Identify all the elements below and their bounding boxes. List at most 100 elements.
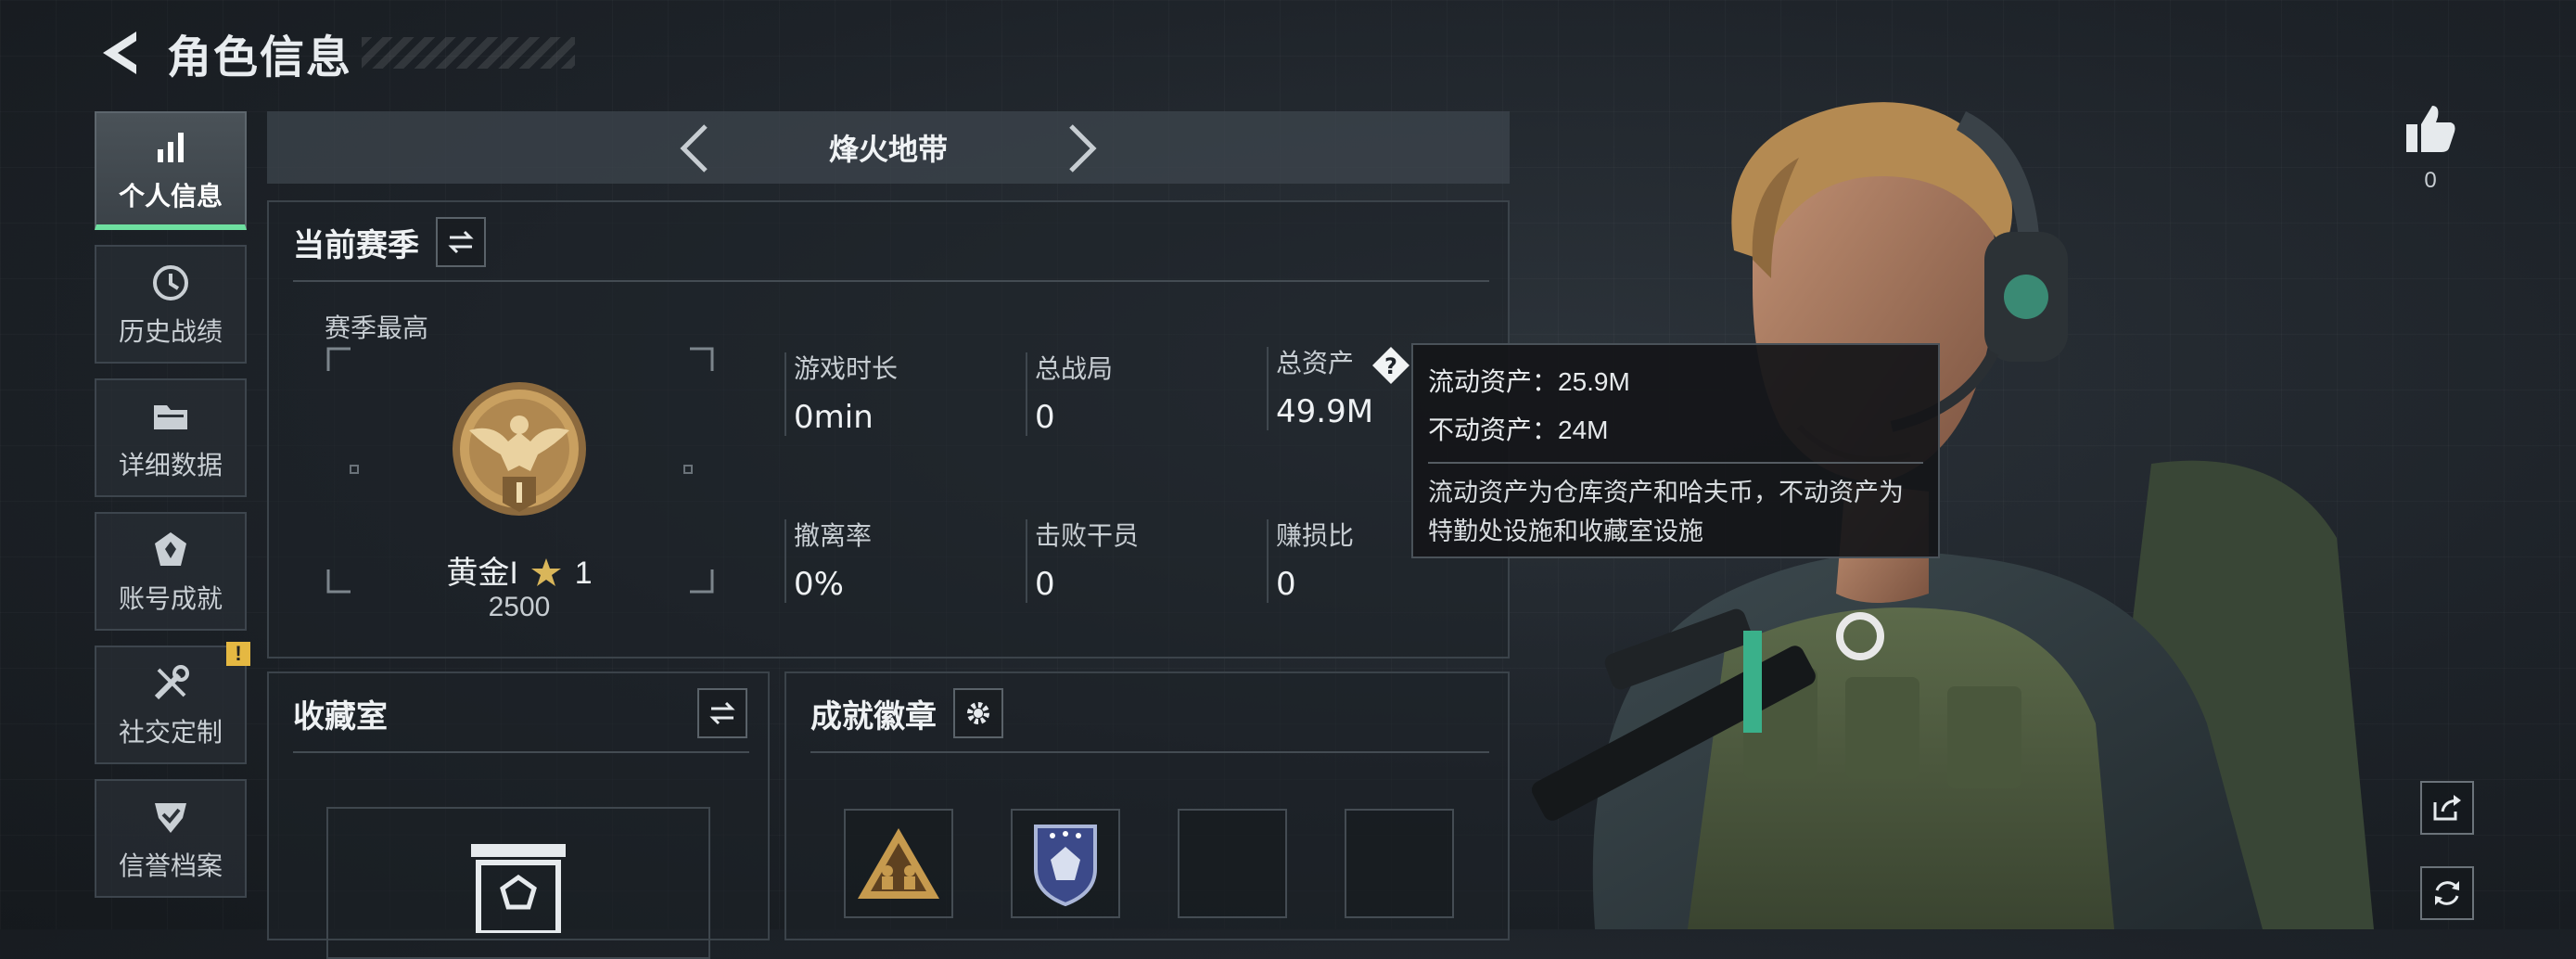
achievement-icon: [147, 527, 194, 573]
thumbs-up-icon: [2406, 106, 2455, 152]
collection-switch-button[interactable]: [697, 688, 747, 738]
stat-profit-loss-ratio: 赚损比 0: [1267, 516, 1355, 603]
stat-divider: [784, 519, 786, 603]
refresh-button[interactable]: [2420, 866, 2474, 920]
shield-check-icon: [147, 794, 194, 840]
page-title: 角色信息: [167, 33, 353, 83]
sidebar-item-personal-info[interactable]: 个人信息: [95, 111, 247, 230]
stat-label: 游戏时长: [794, 354, 899, 383]
folder-icon: [147, 393, 194, 440]
sidebar-item-label: 账号成就: [118, 584, 223, 613]
history-clock-icon: [147, 260, 194, 306]
sidebar-item-achievements[interactable]: 账号成就: [95, 512, 247, 631]
back-button[interactable]: [93, 25, 148, 81]
badge-slot[interactable]: [844, 809, 953, 918]
sidebar-item-label: 社交定制: [118, 718, 223, 747]
stat-label: 总资产: [1276, 349, 1355, 377]
assets-tooltip: 流动资产：25.9M 不动资产：24M 流动资产为仓库资产和哈夫币，不动资产为特…: [1411, 343, 1940, 558]
season-best-label: 赛季最高: [325, 313, 429, 342]
title-decoration: [362, 37, 576, 69]
sidebar-item-details[interactable]: 详细数据: [95, 378, 247, 497]
mode-prev-button[interactable]: [666, 121, 721, 176]
tooltip-liquid-assets: 流动资产：25.9M: [1428, 367, 1630, 396]
gold-rank-emblem: [453, 382, 586, 516]
mode-next-button[interactable]: [1055, 121, 1111, 176]
mode-selector: 烽火地带: [267, 111, 1510, 184]
shield-badge-icon: [1034, 825, 1097, 907]
tools-icon: [147, 660, 194, 707]
badge-slot[interactable]: [1011, 809, 1120, 918]
stat-value: 0%: [794, 566, 844, 603]
stat-value: 0: [1035, 399, 1055, 436]
rank-stars: 1: [574, 556, 593, 591]
collection-room-icon: [471, 844, 566, 933]
svg-text:?: ?: [1384, 353, 1397, 379]
swap-icon: [709, 701, 735, 725]
stat-value: 0min: [794, 399, 874, 436]
share-button[interactable]: [2420, 781, 2474, 835]
sidebar-item-social[interactable]: ! 社交定制: [95, 642, 250, 764]
share-icon: [2433, 795, 2461, 821]
page-header: 角色信息: [93, 20, 576, 85]
bar-chart-icon: [147, 124, 194, 171]
warning-badge: !: [226, 642, 250, 666]
mode-title: 烽火地带: [828, 133, 948, 166]
like-button[interactable]: [2398, 104, 2463, 159]
badges-settings-button[interactable]: [953, 688, 1003, 738]
season-panel: 当前赛季 赛季最高 黄金I 1 2500 游戏时长 0min 总战局 0 总资产…: [267, 200, 1510, 659]
stat-label: 总战局: [1035, 354, 1114, 383]
stat-divider: [1267, 347, 1269, 430]
badge-slot-empty[interactable]: [1178, 809, 1287, 918]
badge-slot-empty[interactable]: [1345, 809, 1454, 918]
panel-divider: [293, 280, 1489, 282]
rank-score: 2500: [488, 592, 551, 622]
chevron-right-icon: [1069, 124, 1097, 173]
sidebar-item-label: 个人信息: [118, 182, 223, 211]
stat-label-row: 总资产 ?: [1276, 343, 1411, 386]
stat-label: 击败干员: [1035, 521, 1140, 550]
sidebar-item-label: 历史战绩: [118, 317, 223, 346]
stat-divider: [1267, 519, 1269, 603]
gear-icon: [967, 702, 989, 724]
triangle-squad-badge-icon: [858, 828, 939, 899]
sidebar-item-label: 信誉档案: [118, 851, 223, 880]
chevron-left-icon: [680, 124, 708, 173]
stat-total-assets: 总资产 ? 49.9M: [1267, 343, 1411, 430]
stat-divider: [1026, 352, 1027, 436]
stat-divider: [1026, 519, 1027, 603]
badges-panel: 成就徽章: [784, 671, 1510, 940]
sidebar-item-label: 详细数据: [118, 451, 223, 480]
star-icon: [531, 558, 562, 586]
collection-panel: 收藏室: [267, 671, 770, 959]
stat-divider: [784, 352, 786, 436]
stat-extraction-rate: 撤离率 0%: [784, 516, 873, 603]
stat-value: 0: [1035, 566, 1055, 603]
sidebar-item-history[interactable]: 历史战绩: [95, 245, 247, 364]
stat-value: 0: [1276, 566, 1296, 603]
season-switch-button[interactable]: [436, 217, 486, 267]
refresh-icon: [2435, 881, 2459, 905]
stat-operators-defeated: 击败干员 0: [1026, 516, 1140, 603]
sidebar-nav: 个人信息 历史战绩 详细数据 账号成就 ! 社交定制 信誉档案: [95, 111, 250, 913]
stat-play-time: 游戏时长 0min: [784, 349, 899, 436]
sidebar-item-reputation[interactable]: 信誉档案: [95, 779, 247, 898]
stat-label: 赚损比: [1276, 521, 1355, 550]
tooltip-description: 流动资产为仓库资产和哈夫币，不动资产为特勤处设施和收藏室设施: [1428, 479, 1904, 545]
season-panel-title: 当前赛季: [293, 227, 419, 263]
panel-divider: [293, 751, 749, 753]
stat-total-matches: 总战局 0: [1026, 349, 1114, 436]
panel-divider: [810, 751, 1489, 753]
like-count: 0: [2424, 168, 2437, 193]
stat-label: 撤离率: [794, 521, 873, 550]
back-arrow-icon: [103, 32, 136, 74]
badges-panel-title: 成就徽章: [810, 698, 937, 735]
swap-icon: [448, 230, 474, 254]
tooltip-fixed-assets: 不动资产：24M: [1428, 416, 1609, 444]
collection-panel-title: 收藏室: [293, 698, 388, 735]
help-icon[interactable]: ?: [1371, 345, 1411, 386]
rank-display: 黄金I 1: [269, 547, 770, 593]
stat-value: 49.9M: [1276, 392, 1374, 430]
rank-name: 黄金I: [446, 556, 518, 591]
like-widget: 0: [2398, 104, 2463, 194]
tooltip-divider: [1428, 462, 1923, 464]
